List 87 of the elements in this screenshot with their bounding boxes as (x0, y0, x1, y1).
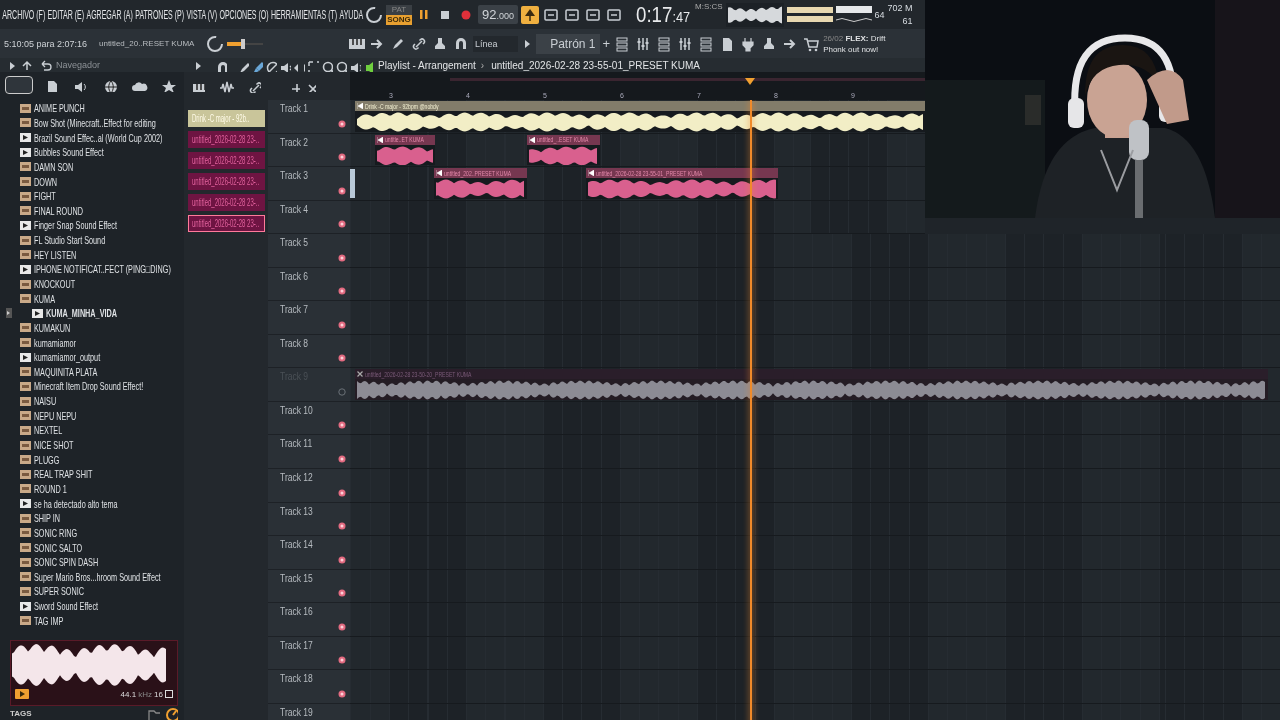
tags-label: TAGS (10, 708, 33, 718)
file-item[interactable]: MAQUINITA PLATA (34, 365, 98, 378)
memory-readout: 702 M (887, 3, 913, 13)
track-name[interactable]: Track 11 (280, 438, 313, 450)
file-item[interactable]: ANIME PUNCH (34, 102, 85, 115)
track-name[interactable]: Track 2 (280, 136, 308, 148)
add-pattern-button[interactable]: + (602, 36, 611, 51)
file-item[interactable]: SONIC SPIN DASH (34, 556, 99, 569)
pattern-clip-item[interactable]: untitled_2026-02-28 23-.. (188, 131, 265, 148)
menu-item[interactable]: EDITAR (E) (47, 7, 85, 22)
file-item[interactable]: Super Mario Bros...hroom Sound Effect (34, 570, 161, 583)
cpu-readout: 64 (874, 9, 885, 20)
polyphony-readout: 61 (902, 16, 913, 26)
file-item[interactable]: FL Studio Start Sound (34, 234, 106, 247)
file-item[interactable]: Sword Sound Effect (34, 600, 99, 613)
file-item[interactable]: TAG IMP (34, 614, 64, 627)
menu-item[interactable]: AGREGAR (A) (86, 7, 133, 22)
tempo-display[interactable]: 92.000 (478, 5, 518, 24)
file-item[interactable]: SHIP IN (34, 512, 61, 525)
project-name: untitled_20..RESET KUMA (99, 37, 196, 50)
snap-dropdown[interactable]: Línea (473, 35, 518, 52)
file-item[interactable]: KUMAKUN (34, 321, 71, 334)
track-name[interactable]: Track 17 (280, 639, 313, 651)
track-name[interactable]: Track 14 (280, 539, 313, 551)
pattern-clip-item[interactable]: untitled_2026-02-28 23-.. (188, 215, 265, 232)
pattern-clip-item[interactable]: untitled_2026-02-28 23-.. (188, 173, 265, 190)
track-name[interactable]: Track 19 (280, 706, 313, 718)
menu-item[interactable]: ARCHIVO (F) (2, 7, 46, 22)
browser-title: Navegador (56, 60, 101, 70)
file-item[interactable]: NAISU (34, 395, 57, 408)
file-item[interactable]: KUMA_MINHA_VIDA (46, 307, 117, 320)
track-name[interactable]: Track 12 (280, 472, 313, 483)
menu-item[interactable]: HERRAMIENTAS (T) (270, 7, 338, 22)
bit-depth: 16 (154, 689, 163, 699)
file-item[interactable]: REAL TRAP SHIT (34, 468, 93, 481)
breadcrumb-separator: › (480, 59, 485, 71)
track-name[interactable]: Track 13 (280, 505, 313, 517)
file-item[interactable]: Bubbles Sound Effect (34, 146, 104, 159)
playlist-title: Playlist - Arrangement (378, 59, 476, 71)
news-text[interactable]: 26/02 FLEX: Drift Phonk out now! (823, 32, 904, 55)
track-name[interactable]: Track 7 (280, 304, 308, 316)
mode-toggle[interactable]: SONG (386, 14, 412, 25)
file-item[interactable]: Finger Snap Sound Effect (34, 219, 117, 232)
track-name[interactable]: Track 5 (280, 237, 308, 249)
file-item[interactable]: NEXTEL (34, 424, 63, 437)
file-item[interactable]: NEPU NEPU (34, 409, 77, 422)
sample-rate: 44.1 kHz (120, 689, 153, 699)
file-item[interactable]: kumamiamor_output (34, 351, 101, 364)
pattern-clip-item[interactable]: untitled_2026-02-28 23-.. (188, 152, 265, 169)
menu-item[interactable]: OPCIONES (O) (219, 7, 269, 22)
file-item[interactable]: Bow Shot (Minecraft..Effect for editing (34, 116, 156, 129)
file-item[interactable]: kumamiamor (34, 336, 76, 349)
track-name[interactable]: Track 8 (280, 337, 308, 349)
file-item[interactable]: DOWN (34, 175, 57, 188)
file-item[interactable]: Minecraft Item Drop Sound Effect! (34, 380, 144, 393)
time-unit: M:S:CS (695, 2, 723, 11)
track-name[interactable]: Track 18 (280, 673, 313, 685)
file-item[interactable]: SONIC RING (34, 526, 78, 539)
track-name[interactable]: Track 15 (280, 572, 313, 584)
file-item[interactable]: HEY LISTEN (34, 248, 77, 261)
track-name[interactable]: Track 3 (280, 170, 308, 182)
file-item[interactable]: SONIC SALTO (34, 541, 83, 554)
file-item[interactable]: KNOCKOUT (34, 278, 76, 290)
time-display: 0:17:47 (636, 1, 691, 28)
file-item[interactable]: Brazil Sound Effec..al (World Cup 2002) (34, 131, 163, 144)
file-item[interactable]: KUMA (34, 292, 55, 305)
pattern-name: untitled_2026-02-28 23-55-01_PRESET KUMA (491, 59, 700, 71)
file-item[interactable]: FIGHT (34, 190, 56, 203)
menu-item[interactable]: VISTA (V) (186, 7, 218, 22)
track-name[interactable]: Track 1 (280, 103, 308, 114)
file-item[interactable]: NICE SHOT (34, 439, 74, 452)
file-item[interactable]: SUPER SONIC (34, 585, 85, 598)
file-item[interactable]: DAMN SON (34, 160, 74, 173)
track-name[interactable]: Track 6 (280, 270, 308, 282)
file-item[interactable]: FINAL ROUND (34, 204, 83, 217)
hint-text: 5:10:05 para 2:07:16 (3, 38, 89, 49)
track-name[interactable]: Track 4 (280, 203, 308, 215)
file-item[interactable]: ROUND 1 (34, 482, 67, 495)
file-item[interactable]: IPHONE NOTIFICAT..FECT (PING□DING) (34, 263, 171, 276)
menu-item[interactable]: PATRONES (P) (135, 7, 185, 22)
file-item[interactable]: se ha detectado alto tema (34, 497, 118, 510)
pattern-clip-item[interactable]: untitled_2026-02-28 23-.. (188, 194, 265, 211)
pattern-selector[interactable]: Patrón 1 (535, 33, 600, 54)
track-name[interactable]: Track 10 (280, 404, 313, 416)
file-item[interactable]: PLUGG (34, 453, 60, 466)
track-name[interactable]: Track 16 (280, 606, 313, 618)
menu-item[interactable]: AYUDA (339, 7, 364, 22)
